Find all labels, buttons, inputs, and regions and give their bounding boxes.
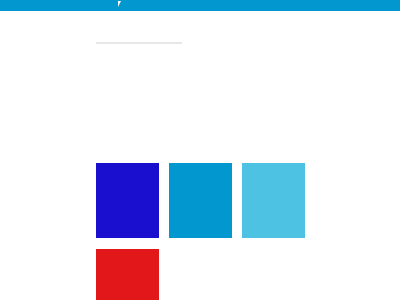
color-tile-light-blue[interactable] (242, 163, 305, 238)
color-tile-cyan[interactable] (169, 163, 232, 238)
color-tile-red[interactable] (96, 249, 159, 300)
page (0, 0, 400, 300)
text-input[interactable] (96, 42, 182, 44)
color-tile-blue[interactable] (96, 163, 159, 238)
top-bar (0, 0, 400, 11)
mouse-cursor-icon (118, 1, 121, 7)
